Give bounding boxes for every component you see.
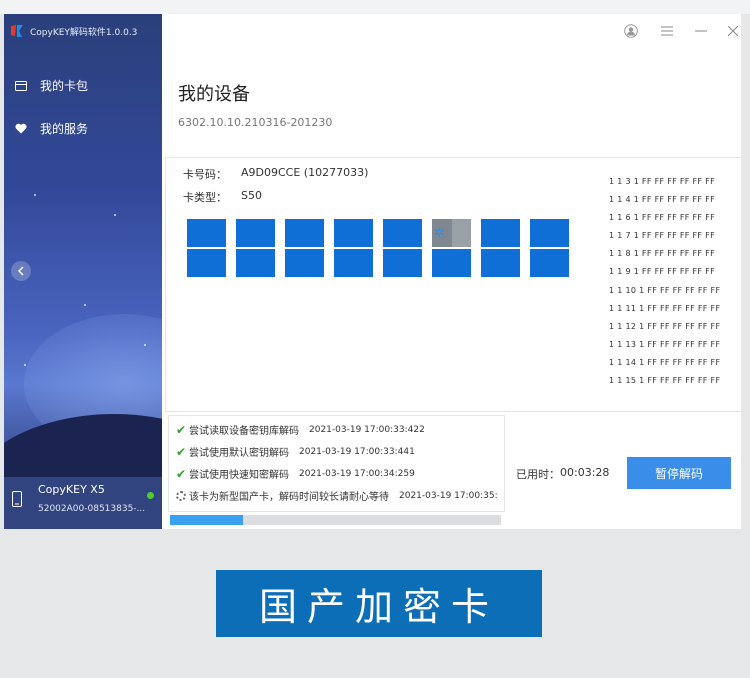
sector-block: ✲ xyxy=(432,219,471,247)
device-status-indicator xyxy=(147,492,154,499)
device-name: CopyKEY X5 xyxy=(38,483,105,496)
app-logo-icon xyxy=(10,24,24,38)
decode-log: ✔ 尝试读取设备密钥库解码 2021-03-19 17:00:33:422 ✔ 尝试使用… xyxy=(168,415,505,512)
progress-bar-fill xyxy=(170,515,243,525)
hex-row: 1 1 12 1 FF FF FF FF FF FF xyxy=(609,321,721,331)
log-timestamp: 2021-03-19 17:00:33:441 xyxy=(299,446,415,457)
hex-row: 1 1 6 1 FF FF FF FF FF FF xyxy=(609,213,715,223)
log-timestamp: 2021-03-19 17:00:33:422 xyxy=(309,424,425,435)
page-title: 我的设备 xyxy=(178,84,250,105)
hex-row: 1 1 14 1 FF FF FF FF FF FF xyxy=(609,357,721,367)
pause-decode-button[interactable]: 暂停解码 xyxy=(627,457,731,489)
menu-icon[interactable] xyxy=(658,22,676,40)
hex-row: 1 1 15 1 FF FF FF FF FF FF xyxy=(609,376,721,386)
elapsed-label: 已用时： xyxy=(516,468,560,481)
log-entry: ✔ 尝试读取设备密钥库解码 2021-03-19 17:00:33:422 xyxy=(176,422,425,438)
app-window: CopyKEY解码软件1.0.0.3 我的卡包 我的服务 CopyKEY X5 … xyxy=(4,14,741,529)
card-icon xyxy=(14,79,28,93)
banner-caption: 国产加密卡 xyxy=(216,570,542,637)
star xyxy=(114,214,116,216)
app-title: CopyKEY解码软件1.0.0.3 xyxy=(10,23,137,39)
top-strip xyxy=(0,0,750,14)
heart-icon xyxy=(14,122,28,136)
gear-icon: ✲ xyxy=(434,226,445,241)
sector-block xyxy=(481,219,520,247)
phone-icon xyxy=(12,491,22,511)
hex-row: 1 1 10 1 FF FF FF FF FF FF xyxy=(609,285,721,295)
spinner-icon xyxy=(176,490,186,501)
check-icon: ✔ xyxy=(176,466,187,481)
sector-block xyxy=(236,249,275,277)
chevron-left-icon xyxy=(17,266,24,276)
hex-row: 1 1 7 1 FF FF FF FF FF FF xyxy=(609,231,715,241)
log-entry: 该卡为新型国产卡，解码时间较长请耐心等待 2021-03-19 17:00:35: xyxy=(176,488,498,503)
log-entry: ✔ 尝试使用默认密钥解码 2021-03-19 17:00:33:441 xyxy=(176,444,415,460)
hex-row: 1 1 13 1 FF FF FF FF FF FF xyxy=(609,339,721,349)
hex-data-list: 1 1 3 1 FF FF FF FF FF FF 1 1 4 1 FF FF F… xyxy=(609,173,720,390)
sidebar-item-label: 我的卡包 xyxy=(40,79,89,93)
sector-block xyxy=(236,219,275,247)
close-icon[interactable] xyxy=(724,22,741,40)
check-icon: ✔ xyxy=(176,422,187,437)
hex-row: 1 1 8 1 FF FF FF FF FF FF xyxy=(609,249,715,259)
star xyxy=(144,344,146,346)
hex-row: 1 1 11 1 FF FF FF FF FF FF xyxy=(609,303,721,313)
sidebar-item-label: 我的服务 xyxy=(40,122,89,136)
sector-block xyxy=(383,219,422,247)
check-icon: ✔ xyxy=(176,444,187,459)
sector-block xyxy=(285,249,324,277)
device-card[interactable]: CopyKEY X5 52002A00-08513835-... xyxy=(4,477,162,529)
sector-block xyxy=(334,219,373,247)
card-number-value: A9D09CCE (10277033) xyxy=(241,166,369,179)
device-id: 52002A00-08513835-... xyxy=(38,504,146,514)
card-panel: 卡号码： A9D09CCE (10277033) 卡类型： S50 ✲ 1 1 … xyxy=(165,157,741,412)
app-title-text: CopyKEY解码软件1.0.0.3 xyxy=(30,27,138,38)
sector-block xyxy=(285,219,324,247)
star xyxy=(34,194,36,196)
card-number-label: 卡号码： xyxy=(183,168,227,181)
sector-block xyxy=(432,249,471,277)
log-timestamp: 2021-03-19 17:00:35: xyxy=(399,490,498,501)
sidebar-item-services[interactable]: 我的服务 xyxy=(14,120,88,137)
star xyxy=(84,304,86,306)
sidebar-item-card-pack[interactable]: 我的卡包 xyxy=(14,77,88,94)
sector-block xyxy=(481,249,520,277)
user-icon[interactable] xyxy=(622,22,640,40)
device-version: 6302.10.10.210316-201230 xyxy=(178,116,333,129)
sector-block xyxy=(530,219,569,247)
hex-row: 1 1 4 1 FF FF FF FF FF FF xyxy=(609,195,715,205)
log-message: 该卡为新型国产卡，解码时间较长请耐心等待 xyxy=(189,492,389,503)
star xyxy=(24,364,26,366)
log-entry: ✔ 尝试使用快速知密解码 2021-03-19 17:00:34:259 xyxy=(176,466,415,482)
log-message: 尝试读取设备密钥库解码 xyxy=(189,426,299,437)
card-number-row: 卡号码： A9D09CCE (10277033) xyxy=(183,166,368,182)
sector-block xyxy=(187,219,226,247)
log-message: 尝试使用快速知密解码 xyxy=(189,470,289,481)
sidebar: CopyKEY解码软件1.0.0.3 我的卡包 我的服务 CopyKEY X5 … xyxy=(4,14,162,529)
hex-row: 1 1 9 1 FF FF FF FF FF FF xyxy=(609,267,715,277)
minimize-icon[interactable] xyxy=(692,22,710,40)
sector-block xyxy=(383,249,422,277)
log-timestamp: 2021-03-19 17:00:34:259 xyxy=(299,468,415,479)
elapsed-value: 00:03:28 xyxy=(560,466,610,479)
card-type-label: 卡类型： xyxy=(183,191,227,204)
card-type-value: S50 xyxy=(241,189,262,202)
sidebar-collapse-button[interactable] xyxy=(11,261,31,281)
sector-block xyxy=(334,249,373,277)
sector-block xyxy=(530,249,569,277)
elapsed-time: 已用时： 00:03:28 xyxy=(516,466,609,482)
log-message: 尝试使用默认密钥解码 xyxy=(189,448,289,459)
hex-row: 1 1 3 1 FF FF FF FF FF FF xyxy=(609,177,715,186)
sector-grid: ✲ xyxy=(187,219,569,277)
progress-bar xyxy=(170,515,501,525)
sector-block xyxy=(187,249,226,277)
card-type-row: 卡类型： S50 xyxy=(183,189,262,205)
